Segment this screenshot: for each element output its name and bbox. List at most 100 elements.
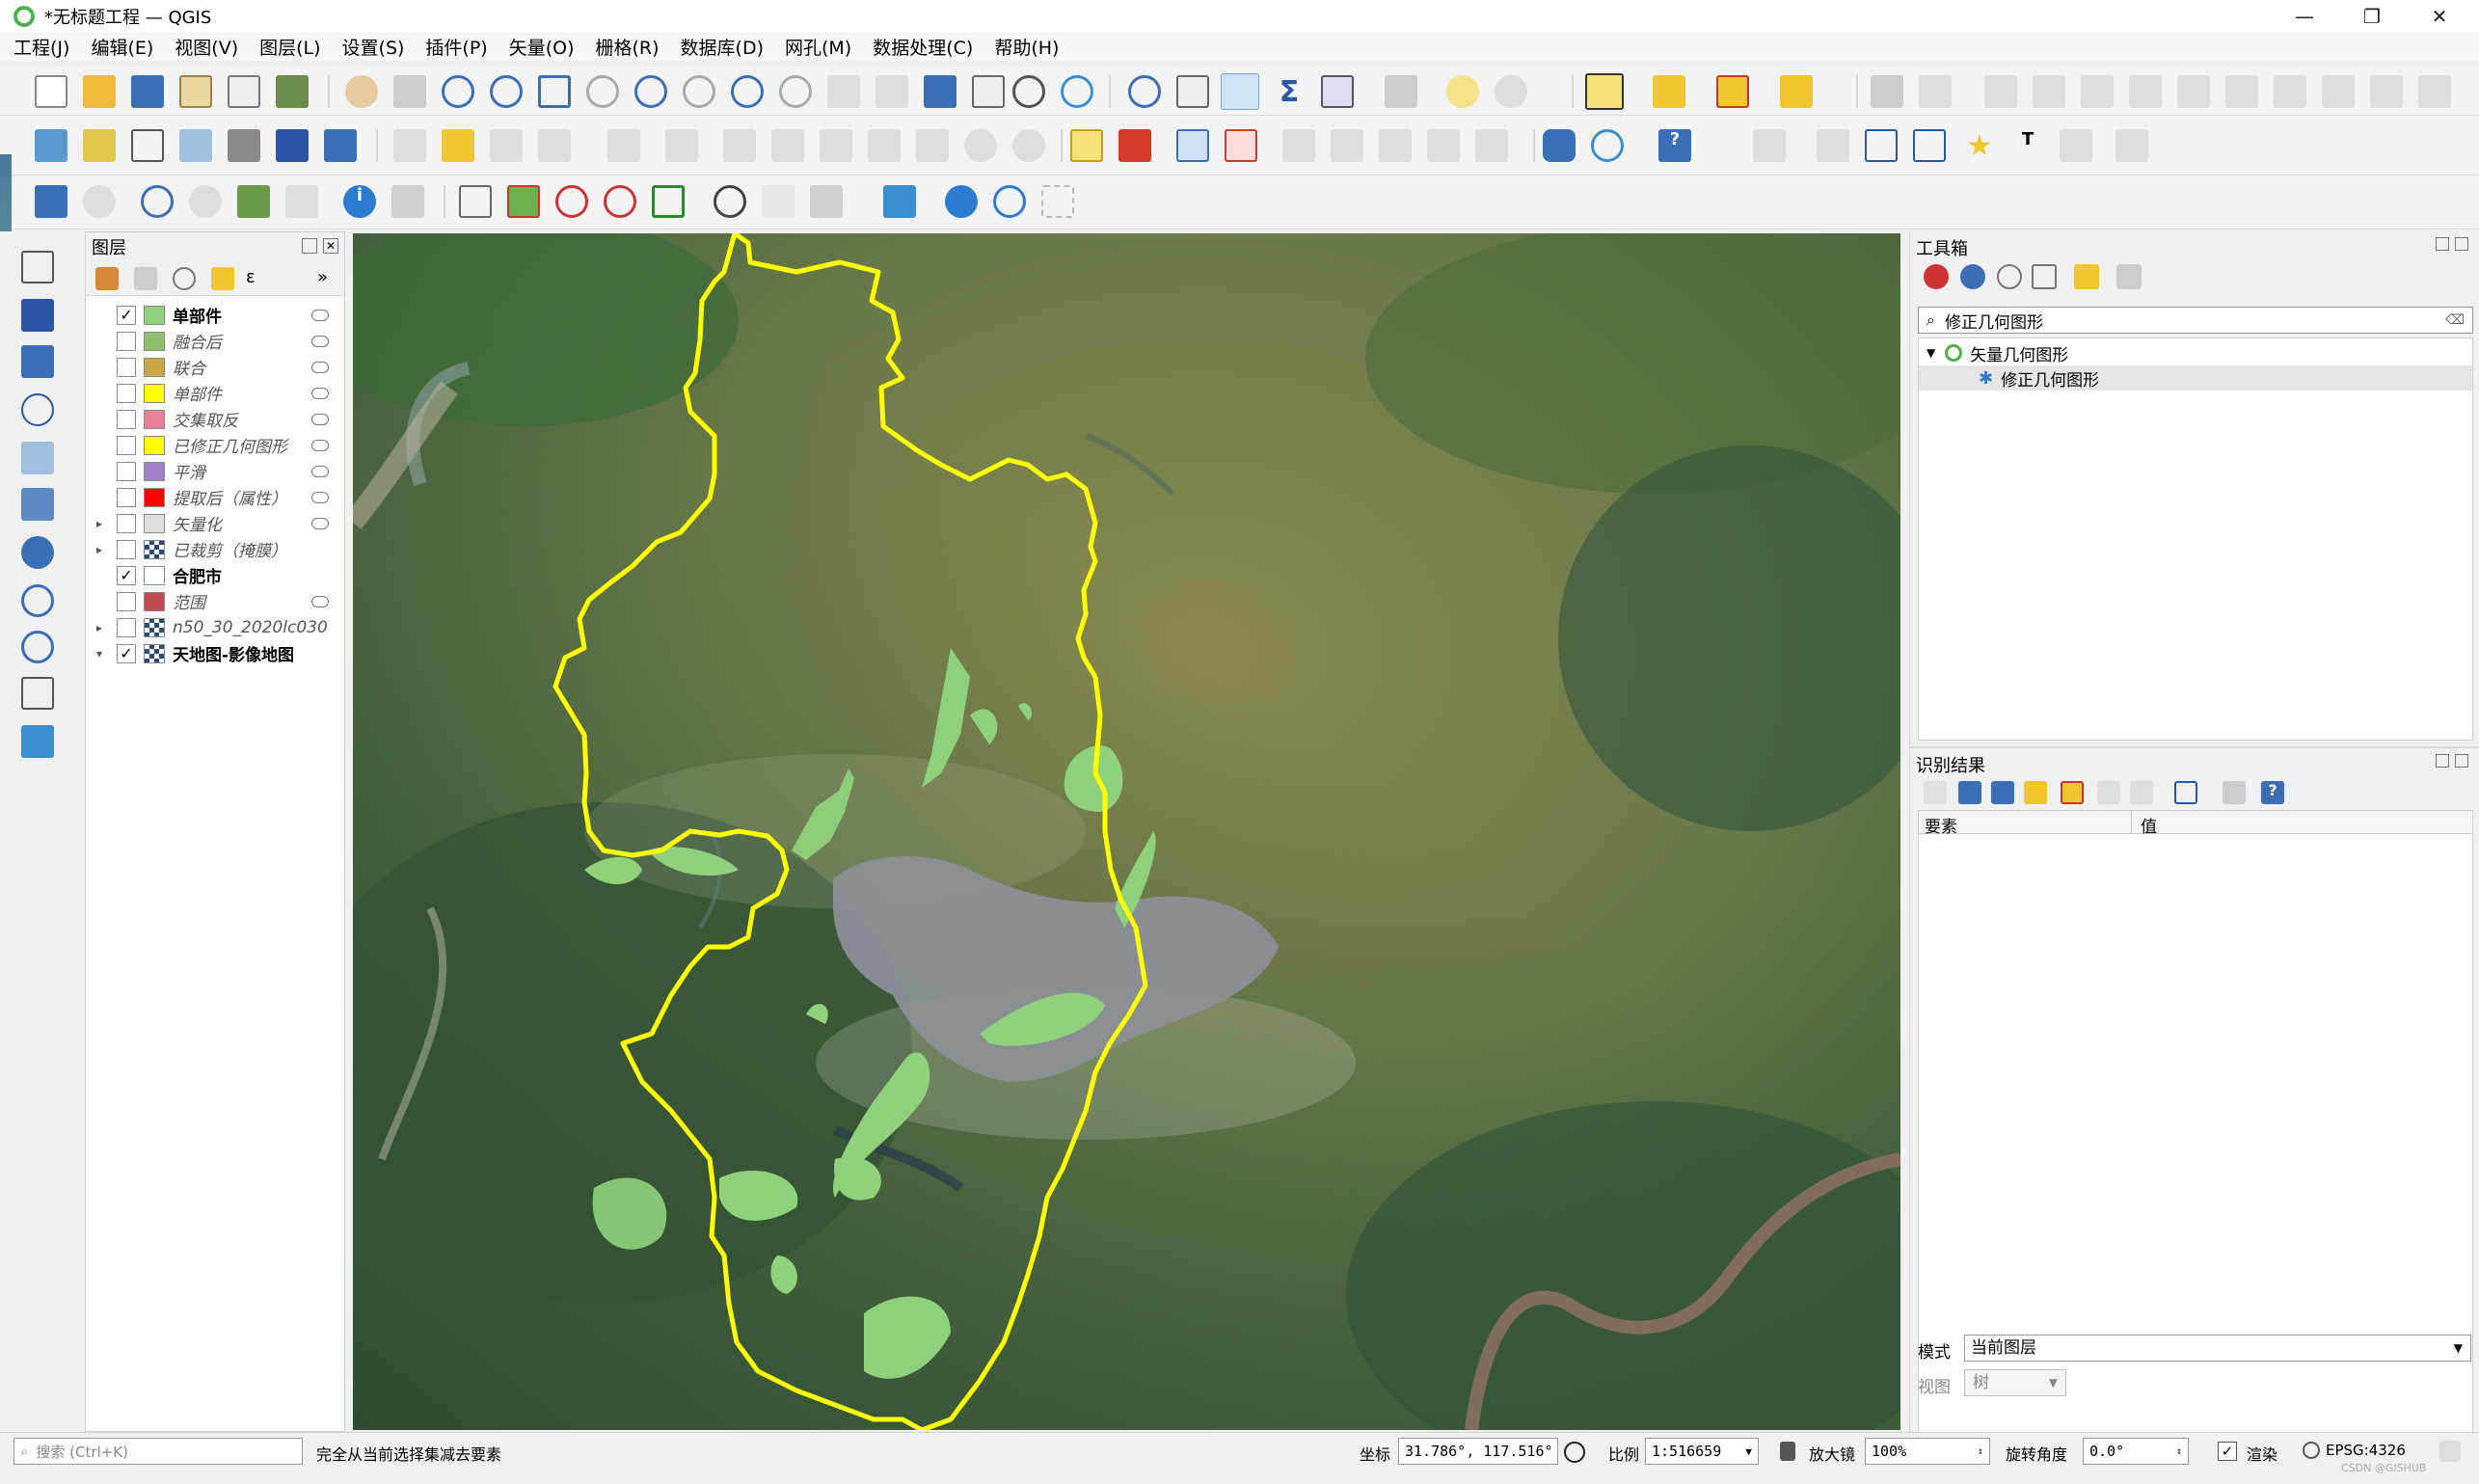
temporal-controller-icon[interactable] xyxy=(1012,75,1045,108)
pin-labels-icon[interactable] xyxy=(1176,129,1209,162)
more-tools-icon[interactable]: » xyxy=(317,267,337,290)
zoom-in-icon[interactable] xyxy=(442,75,474,108)
menu-layer[interactable]: 图层(L) xyxy=(259,34,320,60)
menu-edit[interactable]: 编辑(E) xyxy=(91,34,153,60)
select-location-icon[interactable] xyxy=(1780,75,1813,108)
menu-mesh[interactable]: 网孔(M) xyxy=(785,34,851,60)
advanced-digitizing-icon[interactable] xyxy=(1871,75,1903,108)
identify-features-icon[interactable] xyxy=(1128,75,1161,108)
menu-raster[interactable]: 栅格(R) xyxy=(596,34,660,60)
georeferencer-icon[interactable] xyxy=(35,185,67,218)
style-brush-icon[interactable] xyxy=(95,267,119,290)
rotation-field[interactable]: 0.0° ⇕ xyxy=(2083,1438,2189,1465)
copy-feature-icon[interactable] xyxy=(2097,781,2120,804)
move-label-icon[interactable] xyxy=(1282,129,1315,162)
layer-row[interactable]: ▸ 矢量化 xyxy=(86,510,344,536)
close-panel-icon[interactable] xyxy=(2455,237,2468,251)
layout-manager-icon[interactable] xyxy=(228,75,260,108)
render-checkbox[interactable]: ✓ xyxy=(2218,1442,2237,1461)
visibility-eye-icon[interactable] xyxy=(173,267,196,290)
crs-label[interactable]: EPSG:4326 xyxy=(2326,1442,2406,1459)
zoom-layer-icon[interactable] xyxy=(634,75,667,108)
add-raster-layer-icon[interactable] xyxy=(21,299,54,332)
layer-not-visible-icon[interactable] xyxy=(311,387,329,399)
layer-row[interactable]: ✓ 合肥市 xyxy=(86,562,344,588)
xy-tool-icon[interactable] xyxy=(762,185,795,218)
offline-edit-icon[interactable] xyxy=(189,185,222,218)
add-point-cloud-icon[interactable] xyxy=(21,725,54,758)
menu-help[interactable]: 帮助(H) xyxy=(994,34,1059,60)
messages-icon[interactable] xyxy=(2439,1441,2461,1462)
menu-vector[interactable]: 矢量(O) xyxy=(509,34,575,60)
simplify-icon[interactable] xyxy=(2418,75,2451,108)
style-manager-icon[interactable] xyxy=(276,75,309,108)
select-by-value-icon[interactable] xyxy=(1653,75,1685,108)
layer-visibility-checkbox[interactable] xyxy=(117,357,136,377)
digitize-settings-icon[interactable] xyxy=(1495,75,1527,108)
deselect-icon[interactable] xyxy=(1716,75,1749,108)
rotate-label-icon[interactable] xyxy=(1379,129,1412,162)
layer-row[interactable]: 范围 xyxy=(86,588,344,614)
new-spatialite-icon[interactable] xyxy=(179,129,212,162)
text-annotation-icon[interactable] xyxy=(1753,129,1786,162)
layer-row[interactable]: 融合后 xyxy=(86,328,344,354)
digitize-line-icon[interactable] xyxy=(538,129,571,162)
maximize-button[interactable]: ❐ xyxy=(2338,0,2406,32)
data-source-manager-icon[interactable] xyxy=(35,129,67,162)
highlight-labels-icon[interactable] xyxy=(1225,129,1257,162)
expand-arrow-icon[interactable]: ▸ xyxy=(92,517,107,530)
add-postgis-icon[interactable] xyxy=(21,536,54,569)
layer-visibility-checkbox[interactable] xyxy=(117,513,136,533)
new-project-icon[interactable] xyxy=(35,75,67,108)
clear-results-icon[interactable] xyxy=(2061,781,2084,804)
new-3d-map-view-icon[interactable] xyxy=(876,75,908,108)
layer-not-visible-icon[interactable] xyxy=(311,595,329,607)
ruler-icon[interactable] xyxy=(1385,75,1417,108)
delete-selected-icon[interactable] xyxy=(771,129,804,162)
map-canvas[interactable] xyxy=(353,233,1900,1430)
zoom-to-extent-icon[interactable] xyxy=(604,185,636,218)
layer-row[interactable]: 联合 xyxy=(86,354,344,380)
layer-styling-icon[interactable] xyxy=(883,185,916,218)
layer-visibility-checkbox[interactable]: ✓ xyxy=(117,305,136,325)
zoom-last-icon[interactable] xyxy=(731,75,764,108)
vertex-edit-icon[interactable] xyxy=(665,129,698,162)
add-delimited-text-icon[interactable] xyxy=(21,393,54,426)
show-bookmarks-icon[interactable] xyxy=(972,75,1005,108)
locator-search-field[interactable]: ⌕ 搜索 (Ctrl+K) xyxy=(13,1438,303,1465)
options-wrench-icon[interactable] xyxy=(2116,264,2142,289)
results-viewer-icon[interactable] xyxy=(2032,264,2057,289)
copy-features-icon[interactable] xyxy=(868,129,901,162)
open-attribute-table-icon[interactable] xyxy=(1176,75,1209,108)
layer-visibility-checkbox[interactable] xyxy=(117,331,136,351)
expand-arrow-icon[interactable]: ▸ xyxy=(92,621,107,634)
close-panel-icon[interactable]: ✕ xyxy=(323,238,338,254)
pan-to-selection-icon[interactable] xyxy=(393,75,426,108)
add-wms-icon[interactable] xyxy=(21,584,54,617)
layer-row[interactable]: ✓ 单部件 xyxy=(86,302,344,328)
expand-arrow-icon[interactable]: ▸ xyxy=(92,543,107,556)
layer-visibility-checkbox[interactable] xyxy=(117,461,136,481)
layer-row[interactable]: 平滑 xyxy=(86,458,344,484)
add-spatialite-icon[interactable] xyxy=(21,442,54,474)
globe-icon[interactable] xyxy=(714,185,746,218)
expand-new-results-icon[interactable] xyxy=(2024,781,2047,804)
magnifier-field[interactable]: 100% ⇕ xyxy=(1865,1438,1990,1465)
crs-globe-icon[interactable] xyxy=(2303,1442,2320,1459)
layer-visibility-checkbox[interactable] xyxy=(117,383,136,403)
polyline-annotation-icon[interactable] xyxy=(1913,129,1946,162)
layer-not-visible-icon[interactable] xyxy=(311,465,329,477)
collapse-tree-icon[interactable] xyxy=(1991,781,2014,804)
layer-not-visible-icon[interactable] xyxy=(311,491,329,503)
diagram-icon[interactable] xyxy=(1118,129,1151,162)
add-raster-icon[interactable] xyxy=(276,129,309,162)
cut-features-icon[interactable] xyxy=(820,129,852,162)
python-console-icon[interactable] xyxy=(1543,129,1576,162)
select-features-icon[interactable] xyxy=(1585,73,1624,110)
layer-row[interactable]: 单部件 xyxy=(86,380,344,406)
settings-wrench-icon[interactable] xyxy=(810,185,843,218)
add-group-icon[interactable] xyxy=(134,267,157,290)
new-print-layout-icon[interactable] xyxy=(179,75,212,108)
statistical-summary-icon[interactable]: Σ xyxy=(1273,75,1306,109)
tree-item-fix-geometries[interactable]: ✱ 修正几何图形 xyxy=(1919,365,2472,391)
